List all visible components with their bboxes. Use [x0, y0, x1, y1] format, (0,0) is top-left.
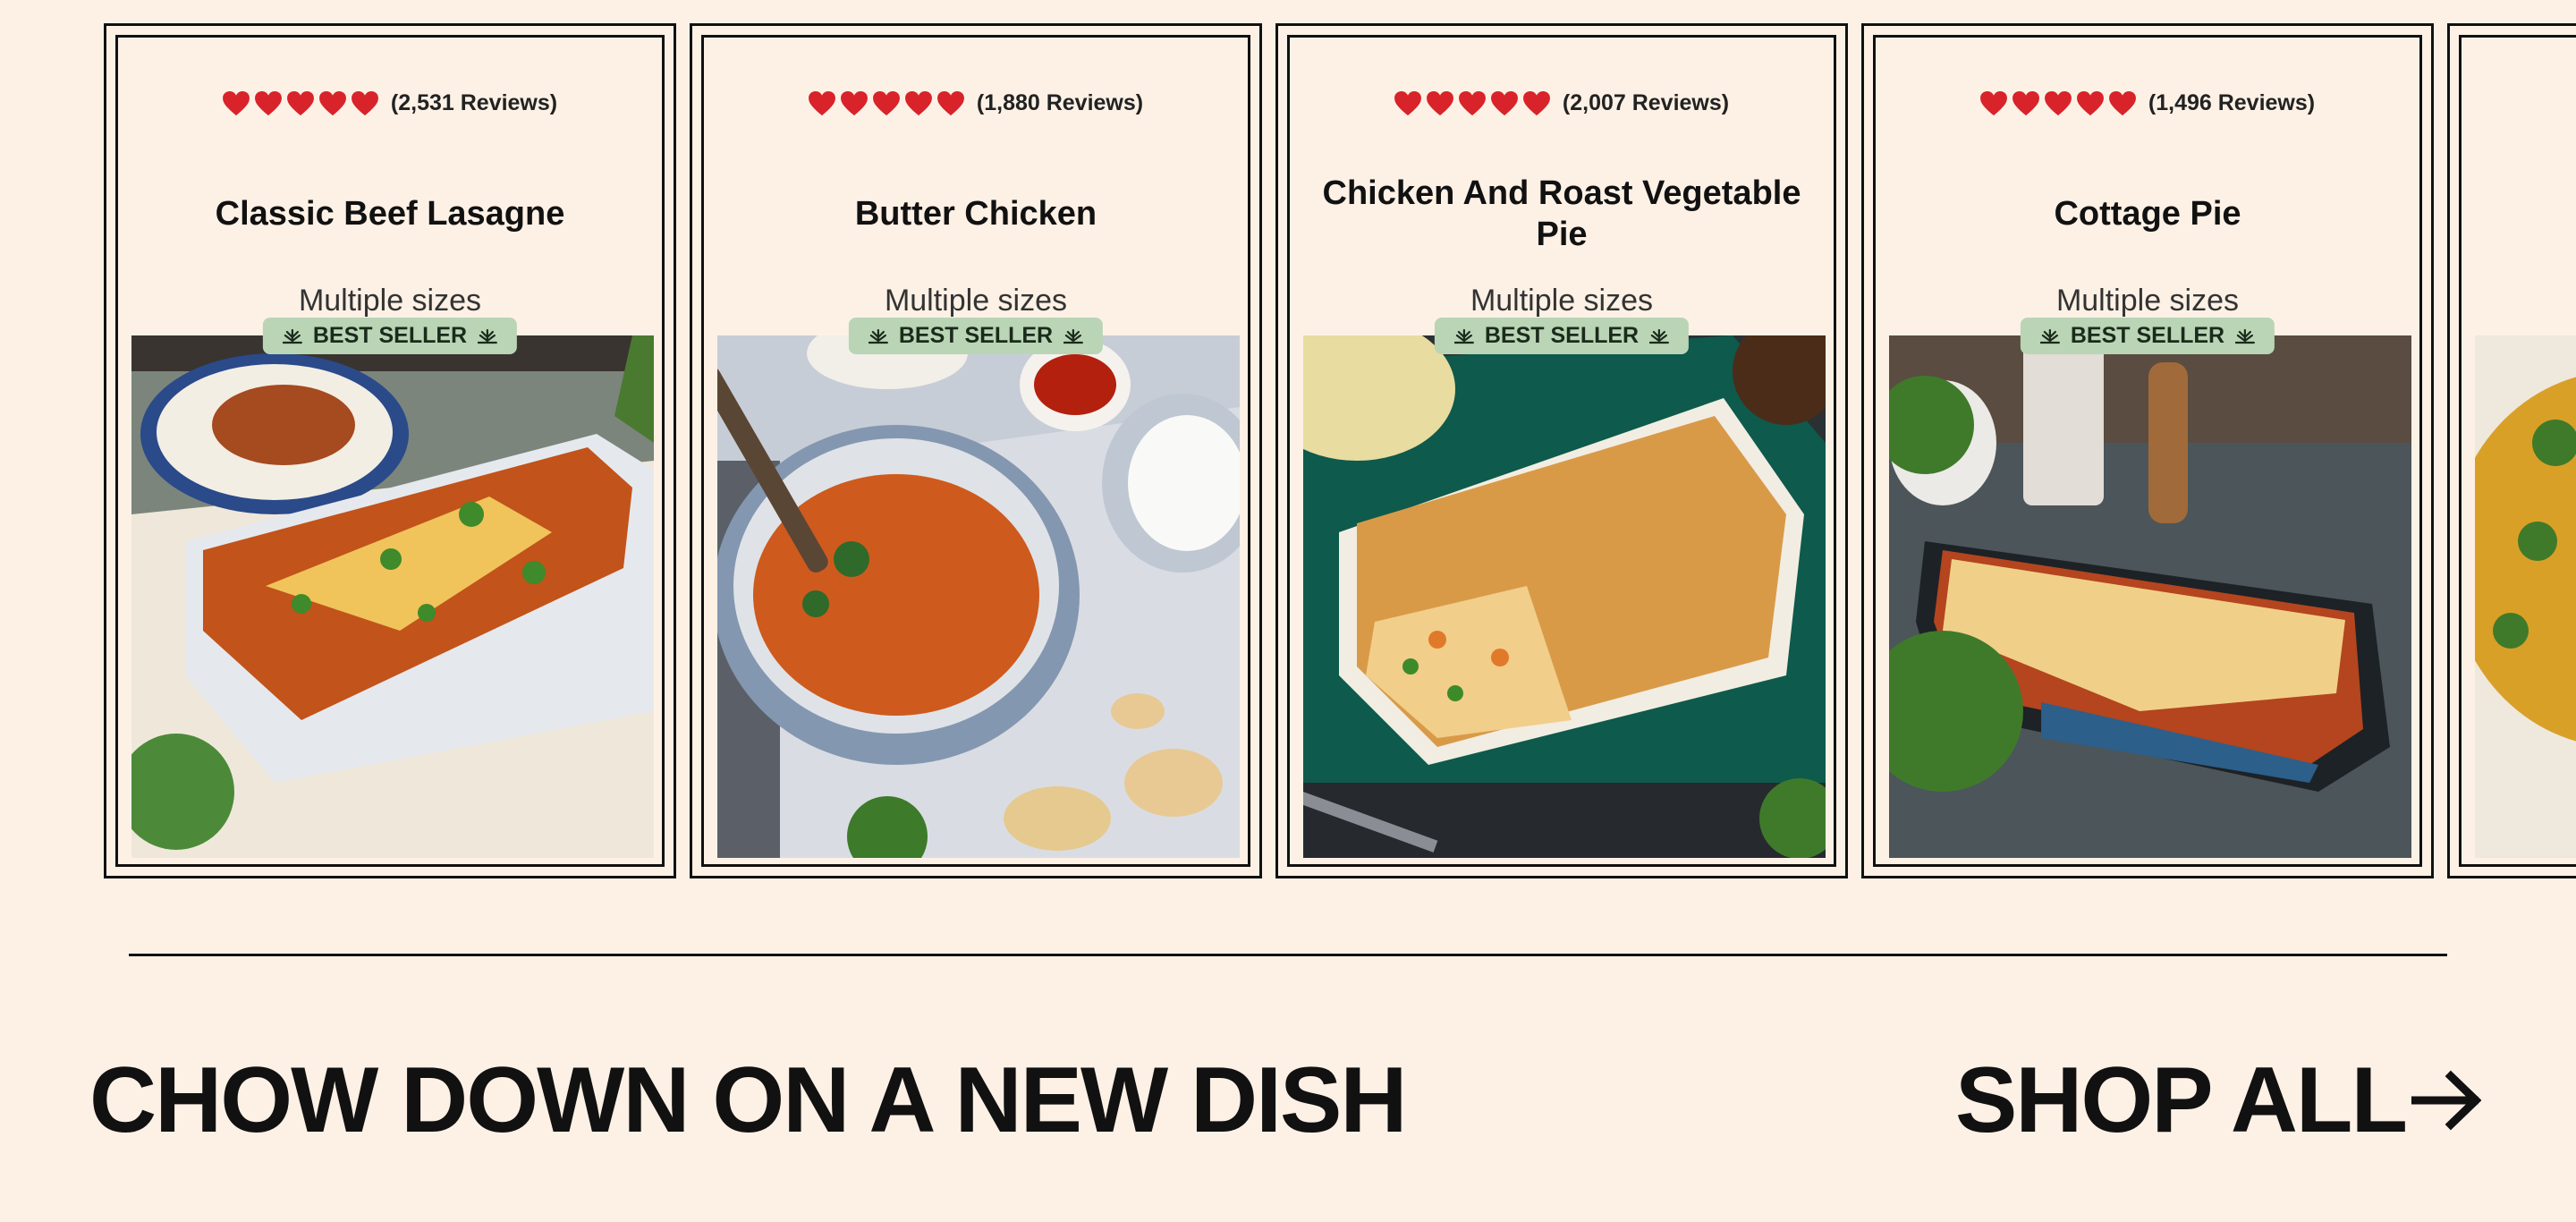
badge-label: BEST SELLER: [898, 323, 1054, 348]
review-count: (2,531 Reviews): [390, 90, 558, 115]
rating-row: (1,496 Reviews): [1864, 90, 2431, 116]
section-divider: [129, 954, 2447, 956]
leaf-icon: [478, 328, 498, 344]
leaf-icon: [868, 328, 888, 344]
heart-icon: [872, 90, 900, 115]
product-sizes: Multiple sizes: [298, 284, 482, 318]
shop-all-label: SHOP ALL: [1954, 1048, 2408, 1152]
rating-row: (1,880 Reviews): [692, 90, 1259, 116]
heart-icon: [222, 90, 250, 115]
leaf-icon: [2039, 328, 2060, 344]
heart-icon: [936, 90, 964, 115]
heart-icon: [840, 90, 868, 115]
heart-icon: [1426, 90, 1453, 115]
heart-icon: [2108, 90, 2136, 115]
leaf-icon: [1649, 328, 1670, 344]
leaf-icon: [2235, 328, 2256, 344]
leaf-icon: [282, 328, 302, 344]
heart-icon: [286, 90, 314, 115]
heart-icon: [1979, 90, 2007, 115]
curry-photo[interactable]: [2475, 335, 2576, 858]
review-count: (1,496 Reviews): [2148, 90, 2316, 115]
heart-icon: [1458, 90, 1486, 115]
heart-icon: [904, 90, 932, 115]
product-title[interactable]: Chicken And Roast Vegetable Pie: [1305, 169, 1818, 259]
product-carousel: (2,531 Reviews) Classic Beef Lasagne Mul…: [0, 0, 2576, 895]
badge-label: BEST SELLER: [312, 323, 468, 348]
heart-icon: [1394, 90, 1421, 115]
rating-row: (2,531 Reviews): [106, 90, 674, 116]
rating-row: (2,007 Reviews): [1278, 90, 1845, 116]
product-sizes: Multiple sizes: [884, 284, 1068, 318]
heart-icon: [1490, 90, 1518, 115]
cottage-pie-photo[interactable]: [1889, 335, 2411, 858]
section-headline: CHOW DOWN ON A NEW DISH: [89, 1048, 1407, 1152]
product-sizes: Multiple sizes: [1470, 284, 1654, 318]
best-seller-badge: BEST SELLER: [1434, 318, 1690, 354]
rating-hearts: [808, 90, 964, 116]
review-count: (1,880 Reviews): [976, 90, 1144, 115]
badge-label: BEST SELLER: [1484, 323, 1640, 348]
best-seller-badge: BEST SELLER: [2020, 318, 2275, 354]
product-sizes: Multiple sizes: [2055, 284, 2240, 318]
rating-hearts: [222, 90, 378, 116]
product-card-partial[interactable]: [2447, 23, 2576, 878]
heart-icon: [2012, 90, 2039, 115]
rating-hearts: [1394, 90, 1550, 116]
product-title[interactable]: Classic Beef Lasagne: [133, 169, 647, 259]
heart-icon: [2076, 90, 2104, 115]
heart-icon: [2044, 90, 2072, 115]
product-card-classic-beef-lasagne[interactable]: (2,531 Reviews) Classic Beef Lasagne Mul…: [104, 23, 676, 878]
chicken-pie-photo[interactable]: [1303, 335, 1826, 858]
shop-all-link[interactable]: SHOP ALL: [1955, 1047, 2481, 1154]
heart-icon: [351, 90, 378, 115]
heart-icon: [254, 90, 282, 115]
product-card-chicken-and-roast-vegetable-pie[interactable]: (2,007 Reviews) Chicken And Roast Vegeta…: [1275, 23, 1848, 878]
butter-chicken-photo[interactable]: [717, 335, 1240, 858]
badge-label: BEST SELLER: [2070, 323, 2225, 348]
leaf-icon: [1063, 328, 1084, 344]
product-title[interactable]: Butter Chicken: [719, 169, 1233, 259]
lasagne-photo[interactable]: [131, 335, 654, 858]
best-seller-badge: BEST SELLER: [848, 318, 1104, 354]
leaf-icon: [1453, 328, 1474, 344]
heart-icon: [1522, 90, 1550, 115]
product-title[interactable]: Cottage Pie: [1891, 169, 2404, 259]
product-card-butter-chicken[interactable]: (1,880 Reviews) Butter Chicken Multiple …: [690, 23, 1262, 878]
heart-icon: [808, 90, 835, 115]
product-card-cottage-pie[interactable]: (1,496 Reviews) Cottage Pie Multiple siz…: [1861, 23, 2434, 878]
heart-icon: [318, 90, 346, 115]
best-seller-badge: BEST SELLER: [262, 318, 518, 354]
arrow-right-icon: [2411, 1070, 2481, 1131]
rating-hearts: [1979, 90, 2136, 116]
review-count: (2,007 Reviews): [1562, 90, 1730, 115]
